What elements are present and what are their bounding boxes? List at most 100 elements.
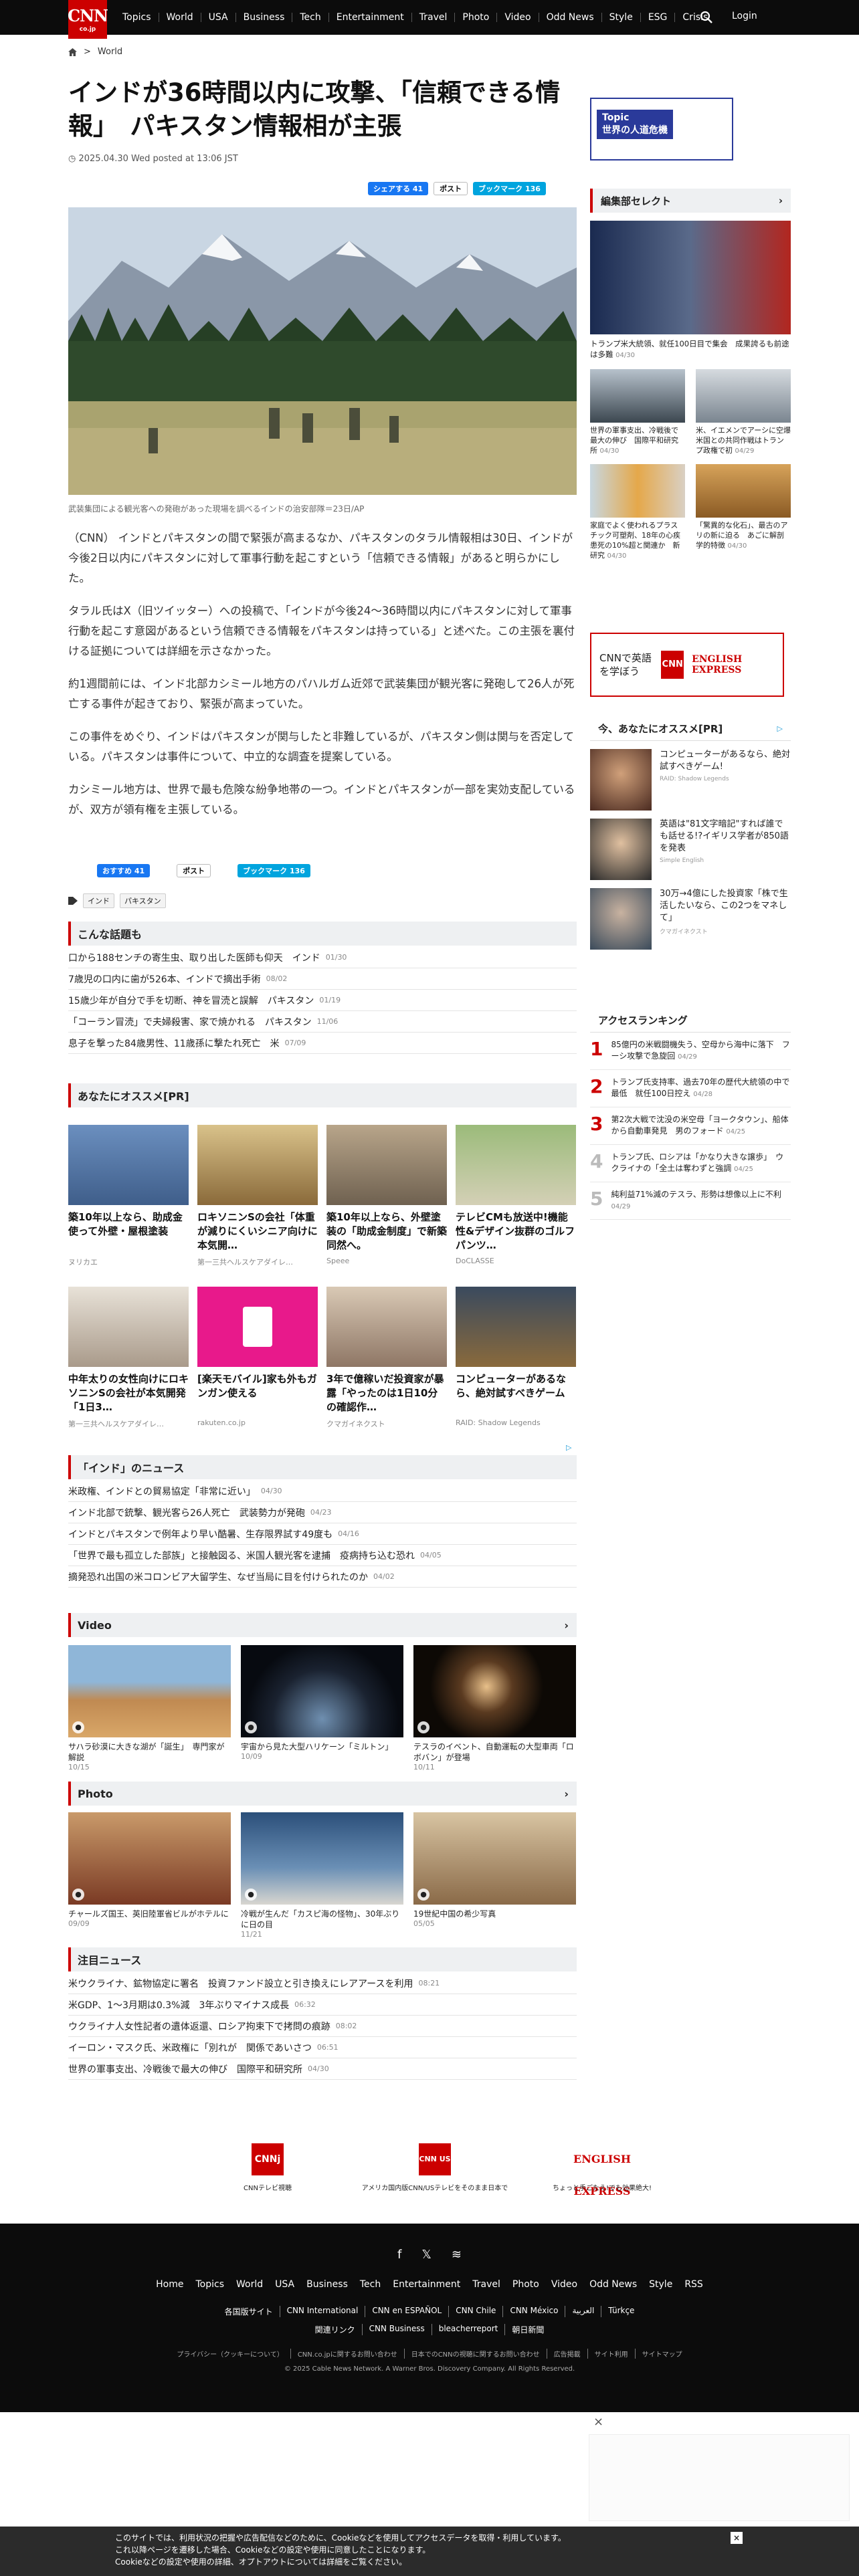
footer-link[interactable]: 関連リンク [308, 2324, 362, 2335]
editor-select-header[interactable]: 編集部セレクト › [590, 189, 791, 213]
photo-header[interactable]: Photo › [68, 1782, 577, 1806]
recommend-card[interactable]: 中年太りの女性向けにロキソニンSの会社が本気開発「1日3… 第一三共ヘルスケアダイ… [68, 1287, 189, 1429]
footer-link[interactable]: Türkçe [601, 2306, 641, 2317]
editor-card[interactable]: 「驚異的な化石」、最古のアリの新に迫る あごに解剖学的特徴 04/30 [696, 464, 791, 561]
nav-item[interactable]: Tech [292, 13, 328, 22]
x-post-button[interactable]: ポスト [177, 864, 211, 877]
list-item[interactable]: 「世界で最も孤立した部族」と接触図る、米国人観光客を逮捕 疫病持ち込む恐れ 04/… [68, 1545, 577, 1566]
pr-item[interactable]: コンピューターがあるなら、絶対試すべきゲーム! RAID: Shadow Lege… [590, 749, 791, 811]
pr-item[interactable]: 30万→4億にした投資家「株で生活したいなら、この2つをマネして」 クマガイネクス… [590, 888, 791, 950]
breadcrumb-section[interactable]: World [98, 47, 122, 57]
list-item[interactable]: 15歳少年が自分で手を切断、神を冒涜と誤解 パキスタン 01/19 [68, 990, 577, 1011]
list-item[interactable]: 「コーラン冒涜」で夫婦殺害、家で焼かれる パキスタン 11/06 [68, 1011, 577, 1033]
ranking-item[interactable]: 1 85億円の米戦闘機失う、空母から海中に落下 フーシ攻撃で急旋回 04/29 [590, 1033, 791, 1070]
recommend-card[interactable]: [楽天モバイル]家も外もガンガン使える rakuten.co.jp [197, 1287, 318, 1429]
list-item[interactable]: 米政権、インドとの貿易協定「非常に近い」 04/30 [68, 1481, 577, 1502]
footer-link[interactable]: 各国版サイト [218, 2306, 280, 2317]
footer-legal-link[interactable]: CNN.co.jpに関するお問い合わせ [290, 2349, 404, 2359]
list-item[interactable]: イーロン・マスク氏、米政権に「別れが 関係であいさつ 06:51 [68, 2037, 577, 2058]
footer-nav-item[interactable]: Travel [472, 2279, 500, 2290]
video-header[interactable]: Video › [68, 1613, 577, 1637]
footer-legal-link[interactable]: サイト利用 [587, 2349, 635, 2359]
close-icon[interactable]: × [593, 2415, 603, 2429]
hatena-bookmark-button[interactable]: ブックマーク 136 [473, 182, 546, 195]
recommend-card[interactable]: 3年で億稼いだ投資家が暴露「やったのは1日10分の確認作… クマガイネクスト [326, 1287, 447, 1429]
footer-nav-item[interactable]: Photo [512, 2279, 539, 2290]
list-item[interactable]: 摘発恐れ出国の米コロンビア大留学生、なぜ当局に目を付けられたのか 04/02 [68, 1566, 577, 1588]
nav-item[interactable]: Topics [115, 13, 159, 22]
footer-nav-item[interactable]: USA [275, 2279, 294, 2290]
footer-nav-item[interactable]: Topics [196, 2279, 225, 2290]
ranking-item[interactable]: 2 トランプ氏支持率、過去70年の歴代大統領の中で最低 就任100日控え 04/2… [590, 1070, 791, 1107]
nav-item[interactable]: Business [235, 13, 292, 22]
close-icon[interactable]: × [731, 2532, 743, 2544]
english-express-banner[interactable]: CNNで英語を学ぼう CNN ENGLISH EXPRESS [590, 633, 791, 697]
footer-nav-item[interactable]: World [236, 2279, 263, 2290]
nav-item[interactable]: World [158, 13, 201, 22]
list-item[interactable]: インドとパキスタンで例年より早い酷暑、生存限界試す49度も 04/16 [68, 1523, 577, 1545]
list-item[interactable]: 口から188センチの寄生虫、取り出した医師も仰天 インド 01/30 [68, 947, 577, 968]
cnn-us-ad[interactable]: CNN US アメリカ国内版CNN/USテレビをそのまま日本で [355, 2143, 515, 2192]
video-card[interactable]: ● 宇宙から見た大型ハリケーン「ミルトン」 10/09 [241, 1645, 403, 1772]
editor-main-card[interactable]: トランプ米大統領、就任100日目で集会 成果誇るも前途は多難 04/30 [590, 221, 791, 361]
chevron-right-icon[interactable]: › [564, 1619, 569, 1632]
list-item[interactable]: インド北部で銃撃、観光客ら26人死亡 武装勢力が発砲 04/23 [68, 1502, 577, 1523]
chevron-right-icon[interactable]: › [779, 195, 783, 207]
ranking-item[interactable]: 4 トランプ氏、ロシアは「かなり大きな譲歩」 ウクライナの「全土は奪わずと強調 0… [590, 1145, 791, 1182]
footer-link[interactable]: CNN International [279, 2306, 365, 2317]
x-icon[interactable]: 𝕏 [421, 2248, 432, 2262]
footer-link[interactable]: CNN en ESPAÑOL [365, 2306, 448, 2317]
photo-card[interactable]: ● 冷戦が生んだ「カスピ海の怪物」、30年ぶりに日の目 11/21 [241, 1812, 403, 1939]
list-item[interactable]: 息子を撃った84歳男性、11歳孫に撃たれ死亡 米 07/09 [68, 1033, 577, 1054]
nav-item[interactable]: Video [496, 13, 538, 22]
editor-card[interactable]: 家庭でよく使われるプラスチック可塑剤、18年の心疾患死の10%超と関連か 新研究… [590, 464, 685, 561]
footer-legal-link[interactable]: 広告掲載 [546, 2349, 587, 2359]
recommend-card[interactable]: ロキソニンSの会社「体重が減りにくいシニア向けに本気開… 第一三共ヘルスケアダイレ… [197, 1125, 318, 1267]
hatena-bookmark-button[interactable]: ブックマーク 136 [237, 864, 310, 877]
nav-item[interactable]: Entertainment [328, 13, 411, 22]
chevron-right-icon[interactable]: › [564, 1788, 569, 1800]
footer-nav-item[interactable]: Entertainment [393, 2279, 460, 2290]
footer-nav-item[interactable]: Odd News [589, 2279, 637, 2290]
topic-banner[interactable]: Topic 世界の人道危機 [590, 98, 791, 160]
editor-card[interactable]: 米、イエメンでアーシに空爆 米国との共同作戦はトランプ政権で初 04/29 [696, 369, 798, 456]
ranking-item[interactable]: 5 純利益71%減のテスラ、形勢は想像以上に不利 04/29 [590, 1182, 791, 1220]
recommend-card[interactable]: 築10年以上なら、助成金使って外壁・屋根塗装 ヌリカエ [68, 1125, 189, 1267]
nav-item[interactable]: Style [601, 13, 640, 22]
list-item[interactable]: 7歳児の口内に歯が526本、インドで摘出手術 08/02 [68, 968, 577, 990]
nav-item[interactable]: ESG [640, 13, 675, 22]
search-icon[interactable] [699, 10, 714, 25]
recommend-card[interactable]: コンピューターがあるなら、絶対試すべきゲーム RAID: Shadow Legen… [456, 1287, 576, 1429]
adchoices-icon[interactable]: ▷ [566, 1443, 571, 1452]
photo-card[interactable]: ● 19世紀中国の希少写真 05/05 [413, 1812, 576, 1939]
list-item[interactable]: 世界の軍事支出、冷戦後で最大の伸び 国際平和研究所 04/30 [68, 2058, 577, 2080]
x-post-button[interactable]: ポスト [434, 182, 468, 195]
english-express-ad[interactable]: ENGLISH EXPRESS ちょっと手ごたえ!でも効果絶大! [535, 2143, 669, 2197]
list-item[interactable]: 米ウクライナ、鉱物協定に署名 投資ファンド設立と引き換えにレアアースを利用 08:… [68, 1973, 577, 1994]
footer-nav-item[interactable]: Tech [360, 2279, 381, 2290]
nav-item[interactable]: Travel [411, 13, 455, 22]
tag[interactable]: インド [83, 893, 114, 908]
tag[interactable]: パキスタン [120, 893, 166, 908]
recommend-card[interactable]: 築10年以上なら、外壁塗装の「助成金制度」で新築同然へ。 Speee [326, 1125, 447, 1267]
list-item[interactable]: 米GDP、1～3月期は0.3%減 3年ぶりマイナス成長 06:32 [68, 1994, 577, 2016]
nav-item[interactable]: Odd News [538, 13, 601, 22]
footer-legal-link[interactable]: プライバシー（クッキーについて） [170, 2349, 290, 2359]
list-item[interactable]: ウクライナ人女性記者の遺体返還、ロシア拘束下で拷問の痕跡 08:02 [68, 2016, 577, 2037]
recommend-card[interactable]: テレビCMも放送中!機能性&デザイン抜群のゴルフパンツ… DoCLASSE [456, 1125, 576, 1267]
facebook-share-button[interactable]: おすすめ 41 [97, 864, 151, 877]
video-card[interactable]: ● テスラのイベント、自動運転の大型車両「ロボバン」が登場 10/11 [413, 1645, 576, 1772]
cnnj-ad[interactable]: CNNj CNNテレビ視聴 [201, 2143, 335, 2192]
facebook-icon[interactable]: f [397, 2248, 401, 2262]
footer-link[interactable]: العربية [565, 2306, 601, 2317]
facebook-share-button[interactable]: シェアする 41 [368, 182, 429, 195]
video-card[interactable]: ● サハラ砂漠に大きな湖が「誕生」 専門家が解説 10/15 [68, 1645, 231, 1772]
footer-nav-item[interactable]: Style [649, 2279, 672, 2290]
home-icon[interactable] [68, 47, 77, 56]
footer-legal-link[interactable]: 日本でのCNNの視聴に関するお問い合わせ [403, 2349, 547, 2359]
footer-link[interactable]: bleacherreport [431, 2324, 505, 2335]
nav-item[interactable]: USA [200, 13, 235, 22]
footer-link[interactable]: CNN Business [361, 2324, 432, 2335]
footer-link[interactable]: CNN México [502, 2306, 565, 2317]
cnn-logo[interactable]: CNN co.jp [68, 0, 108, 39]
